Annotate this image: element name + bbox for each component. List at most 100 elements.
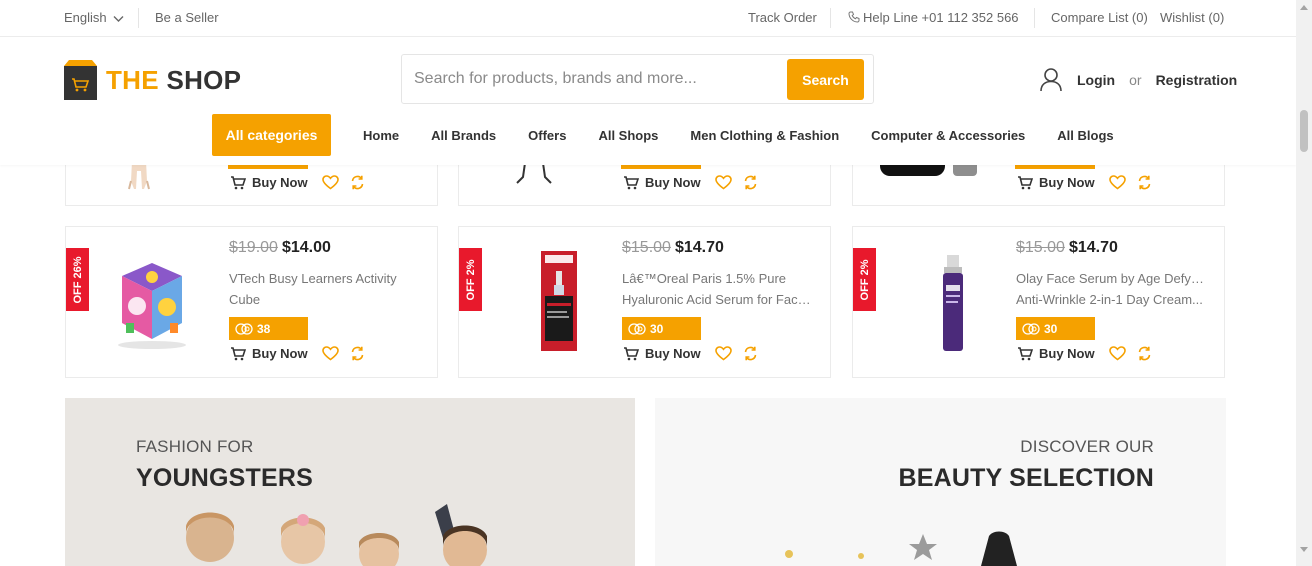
scroll-down-icon[interactable] bbox=[1300, 547, 1308, 552]
nav-item-computer-accessories[interactable]: Computer & Accessories bbox=[855, 128, 1041, 143]
search-button[interactable]: Search bbox=[787, 59, 864, 100]
product-name-line: Hyaluronic Acid Serum for Face... bbox=[622, 292, 812, 307]
product-name-line: Olay Face Serum by Age Defying bbox=[1016, 271, 1206, 286]
main-nav: Home All Brands Offers All Shops Men Clo… bbox=[347, 128, 1130, 143]
wishlist-heart-icon[interactable] bbox=[321, 175, 339, 190]
product-name-line: Lâ€™Oreal Paris 1.5% Pure bbox=[622, 271, 787, 286]
club-points-value: 30 bbox=[650, 321, 664, 336]
logo[interactable]: THE SHOP bbox=[64, 59, 241, 101]
all-categories-button[interactable]: All categories bbox=[212, 114, 331, 156]
logo-text-the: THE bbox=[106, 64, 159, 95]
card-actions: Buy Now bbox=[230, 346, 376, 361]
old-price: $19.00 bbox=[229, 239, 278, 256]
old-price: $15.00 bbox=[1016, 239, 1065, 256]
product-card[interactable]: OFF 2% $15.00 $14.70 Olay Face Serum by A… bbox=[852, 226, 1225, 378]
wishlist-heart-icon[interactable] bbox=[321, 346, 339, 361]
product-image bbox=[943, 255, 963, 351]
account-links: Login or Registration bbox=[1040, 67, 1237, 93]
coins-icon bbox=[1022, 322, 1040, 335]
chevron-down-icon bbox=[113, 15, 124, 22]
wishlist-heart-icon[interactable] bbox=[1108, 346, 1126, 361]
buy-now-button[interactable]: Buy Now bbox=[1039, 175, 1095, 190]
language-selector[interactable]: English bbox=[64, 10, 124, 25]
login-link[interactable]: Login bbox=[1077, 72, 1115, 88]
product-image bbox=[118, 263, 186, 349]
page: English Be a Seller Track Order Help Lin… bbox=[0, 0, 1296, 566]
nav-item-all-shops[interactable]: All Shops bbox=[582, 128, 674, 143]
product-name[interactable]: Lâ€™Oreal Paris 1.5% Pure Hyaluronic Acid… bbox=[622, 268, 812, 310]
club-points-value: 38 bbox=[257, 321, 271, 336]
nav-item-all-blogs[interactable]: All Blogs bbox=[1041, 128, 1129, 143]
wishlist-heart-icon[interactable] bbox=[1108, 175, 1126, 190]
product-card[interactable]: OFF 2% $15.00 $14.70 Lâ€™Oreal Paris 1.5%… bbox=[458, 226, 831, 378]
user-icon[interactable] bbox=[1040, 68, 1062, 92]
coins-icon bbox=[235, 322, 253, 335]
discount-badge: OFF 2% bbox=[853, 248, 876, 311]
cart-icon bbox=[1018, 346, 1033, 360]
banner-fashion-youngsters[interactable]: FASHION FOR YOUNGSTERS bbox=[65, 398, 635, 566]
cart-icon bbox=[1018, 175, 1033, 189]
buy-now-button[interactable]: Buy Now bbox=[645, 346, 701, 361]
new-price: $14.00 bbox=[281, 239, 331, 256]
phone-icon bbox=[848, 11, 860, 23]
search-input[interactable] bbox=[414, 64, 784, 94]
product-name[interactable]: Olay Face Serum by Age Defying Anti-Wrink… bbox=[1016, 268, 1206, 310]
banner-subtitle: FASHION FOR bbox=[136, 437, 254, 456]
club-points-badge: 30 bbox=[1016, 317, 1095, 340]
product-name[interactable]: VTech Busy Learners Activity Cube bbox=[229, 268, 419, 310]
price: $15.00 $14.70 bbox=[1016, 239, 1118, 257]
track-order-link[interactable]: Track Order bbox=[748, 10, 817, 25]
nav-item-offers[interactable]: Offers bbox=[512, 128, 582, 143]
be-a-seller-link[interactable]: Be a Seller bbox=[155, 10, 219, 25]
banner-title: YOUNGSTERS bbox=[136, 464, 314, 492]
compare-list-link[interactable]: Compare List (0) bbox=[1051, 10, 1148, 25]
product-name-line: Cube bbox=[229, 292, 261, 307]
compare-icon[interactable] bbox=[350, 346, 365, 361]
discount-badge-text: OFF 2% bbox=[858, 259, 871, 300]
cart-icon bbox=[231, 346, 246, 360]
buy-now-button[interactable]: Buy Now bbox=[252, 175, 308, 190]
logo-text-shop: SHOP bbox=[166, 64, 242, 95]
product-image bbox=[541, 251, 577, 351]
scroll-up-icon[interactable] bbox=[1300, 5, 1308, 10]
vertical-scrollbar[interactable] bbox=[1296, 0, 1312, 566]
coins-icon bbox=[628, 322, 646, 335]
compare-icon[interactable] bbox=[350, 175, 365, 190]
wishlist-heart-icon[interactable] bbox=[714, 346, 732, 361]
wishlist-link[interactable]: Wishlist (0) bbox=[1160, 10, 1224, 25]
discount-badge-text: OFF 26% bbox=[71, 255, 84, 304]
price: $15.00 $14.70 bbox=[622, 239, 724, 257]
compare-icon[interactable] bbox=[743, 175, 758, 190]
product-name-line: Anti-Wrinkle 2-in-1 Day Cream... bbox=[1016, 292, 1203, 307]
old-price: $15.00 bbox=[622, 239, 671, 256]
buy-now-button[interactable]: Buy Now bbox=[645, 175, 701, 190]
new-price: $14.70 bbox=[1068, 239, 1118, 256]
compare-icon[interactable] bbox=[1137, 346, 1152, 361]
discount-badge-text: OFF 2% bbox=[464, 259, 477, 300]
nav-item-all-brands[interactable]: All Brands bbox=[415, 128, 512, 143]
wishlist-heart-icon[interactable] bbox=[714, 175, 732, 190]
registration-link[interactable]: Registration bbox=[1156, 72, 1238, 88]
compare-icon[interactable] bbox=[743, 346, 758, 361]
search-bar: Search bbox=[401, 54, 874, 104]
main-header: THE SHOP Search Login or Registration Al… bbox=[0, 37, 1296, 165]
card-actions: Buy Now bbox=[623, 346, 769, 361]
product-name-line: VTech Busy Learners Activity bbox=[229, 271, 397, 286]
buy-now-button[interactable]: Buy Now bbox=[252, 346, 308, 361]
banner-subtitle: DISCOVER OUR bbox=[1020, 437, 1154, 456]
help-line-text: Help Line +01 112 352 566 bbox=[863, 10, 1019, 25]
nav-item-home[interactable]: Home bbox=[347, 128, 415, 143]
help-line[interactable]: Help Line +01 112 352 566 bbox=[848, 10, 1019, 25]
top-bar: English Be a Seller Track Order Help Lin… bbox=[0, 0, 1296, 37]
product-card[interactable]: OFF 26% $19.00 $14.00 VTech Busy Learners… bbox=[65, 226, 438, 378]
buy-now-button[interactable]: Buy Now bbox=[1039, 346, 1095, 361]
compare-icon[interactable] bbox=[1137, 175, 1152, 190]
discount-badge: OFF 26% bbox=[66, 248, 89, 311]
cart-icon bbox=[231, 175, 246, 189]
nav-item-men-clothing[interactable]: Men Clothing & Fashion bbox=[674, 128, 855, 143]
cart-icon bbox=[624, 346, 639, 360]
card-actions: Buy Now bbox=[1017, 346, 1163, 361]
scrollbar-thumb[interactable] bbox=[1300, 110, 1308, 152]
banner-beauty-selection[interactable]: DISCOVER OUR BEAUTY SELECTION bbox=[655, 398, 1226, 566]
club-points-badge: 38 bbox=[229, 317, 308, 340]
